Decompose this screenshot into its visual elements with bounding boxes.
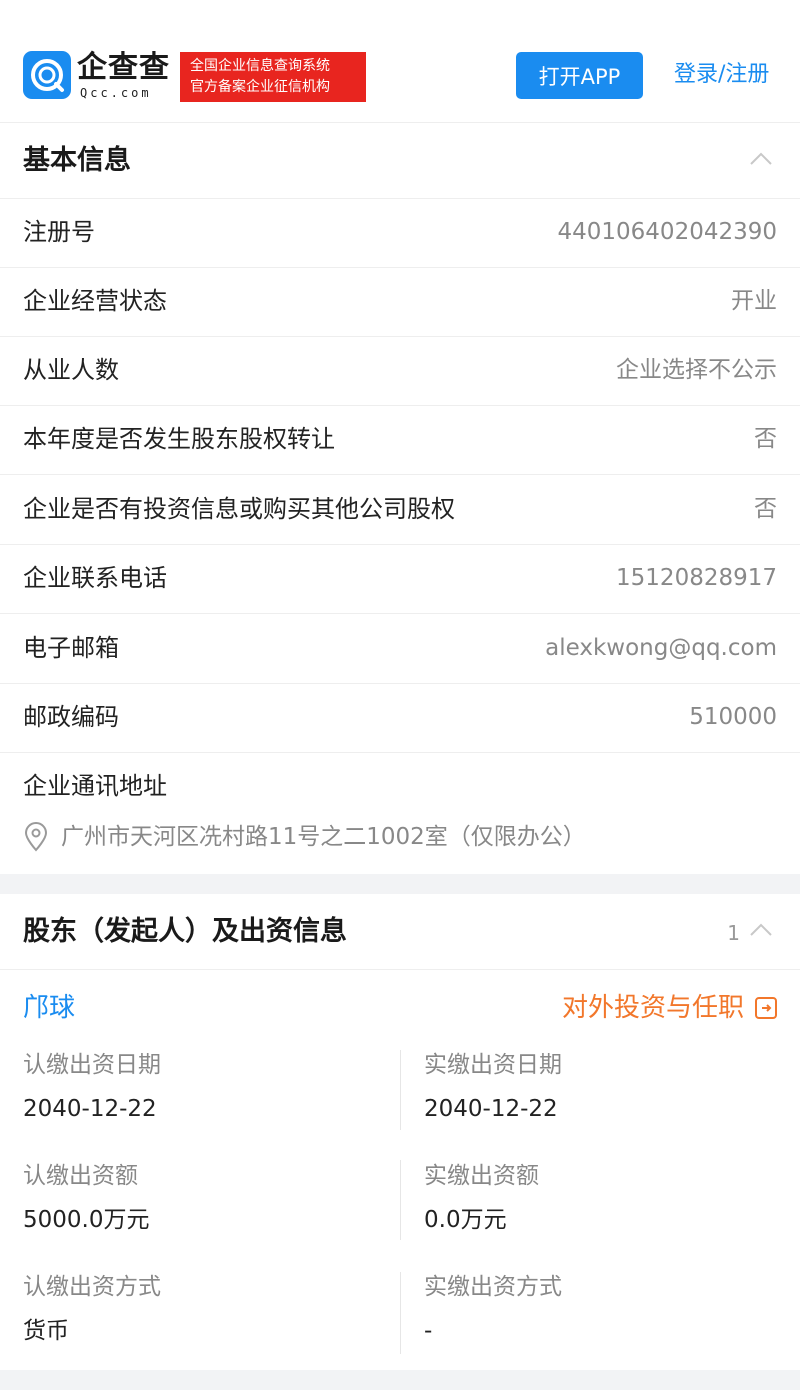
login-register-link[interactable]: 登录/注册 [674, 58, 769, 92]
info-row-postal-code: 邮政编码 510000 [0, 684, 800, 753]
top-header: 企查查 Qcc.com 全国企业信息查询系统 官方备案企业征信机构 打开APP … [0, 0, 800, 123]
shareholders-header[interactable]: 股东（发起人）及出资信息 1 [0, 894, 800, 970]
info-label: 注册号 [23, 218, 95, 246]
column-divider [400, 1160, 401, 1240]
logo-domain-text: Qcc.com [80, 86, 152, 100]
info-label: 企业联系电话 [23, 564, 167, 592]
info-row-equity-transfer: 本年度是否发生股东股权转让 否 [0, 406, 800, 475]
info-value: 440106402042390 [557, 219, 778, 245]
info-label: 邮政编码 [23, 703, 119, 731]
cell-label: 认缴出资额 [23, 1163, 138, 1189]
column-divider [400, 1272, 401, 1354]
info-row-employee-count: 从业人数 企业选择不公示 [0, 337, 800, 406]
cell-label: 实缴出资额 [424, 1163, 539, 1189]
shareholder-count: 1 [727, 921, 740, 945]
open-app-button[interactable]: 打开APP [516, 52, 643, 99]
cell-value: 货币 [23, 1318, 69, 1344]
arrow-out-icon [755, 997, 777, 1019]
paid-method-cell: 实缴出资方式 - [424, 1271, 794, 1347]
shareholder-name-link[interactable]: 邝球 [23, 991, 75, 1025]
logo-text[interactable]: 企查查 [77, 52, 170, 84]
cell-label: 认缴出资方式 [23, 1274, 161, 1300]
badge-line-2: 官方备案企业征信机构 [190, 79, 330, 95]
cell-label: 实缴出资方式 [424, 1274, 562, 1300]
external-investment-link[interactable]: 对外投资与任职 [562, 991, 778, 1025]
chevron-up-icon[interactable] [750, 922, 772, 936]
info-value: 510000 [689, 704, 777, 730]
info-label: 电子邮箱 [23, 634, 119, 662]
info-label: 从业人数 [23, 356, 119, 384]
section-divider [0, 874, 800, 894]
subscribed-date-cell: 认缴出资日期 2040-12-22 [23, 1049, 393, 1125]
info-row-investment-info: 企业是否有投资信息或购买其他公司股权 否 [0, 476, 800, 545]
info-value: 否 [754, 426, 777, 452]
info-label: 本年度是否发生股东股权转让 [23, 425, 335, 453]
official-badge: 全国企业信息查询系统 官方备案企业征信机构 [180, 52, 366, 102]
cell-label: 认缴出资日期 [23, 1052, 161, 1078]
cell-value: 2040-12-22 [424, 1096, 558, 1122]
chevron-up-icon[interactable] [750, 151, 772, 165]
info-row-phone: 企业联系电话 15120828917 [0, 545, 800, 614]
qcc-logo-icon[interactable] [23, 51, 71, 99]
address-value: 广州市天河区冼村路11号之二1002室（仅限办公） [61, 824, 586, 850]
cell-value: 2040-12-22 [23, 1096, 157, 1122]
info-value: 开业 [731, 288, 777, 314]
phone-value[interactable]: 15120828917 [616, 561, 777, 595]
info-row-email: 电子邮箱 alexkwong@qq.com [0, 615, 800, 684]
badge-line-1: 全国企业信息查询系统 [190, 58, 330, 74]
paid-date-cell: 实缴出资日期 2040-12-22 [424, 1049, 794, 1125]
paid-amount-cell: 实缴出资额 0.0万元 [424, 1160, 794, 1236]
cell-value: - [424, 1318, 433, 1344]
column-divider [400, 1050, 401, 1130]
bottom-divider [0, 1370, 800, 1390]
email-value[interactable]: alexkwong@qq.com [545, 631, 777, 665]
section-title-basic-info: 基本信息 [23, 145, 131, 176]
basic-info-header[interactable]: 基本信息 [0, 123, 800, 199]
external-investment-label: 对外投资与任职 [561, 993, 744, 1023]
subscribed-amount-cell: 认缴出资额 5000.0万元 [23, 1160, 393, 1236]
cell-label: 实缴出资日期 [424, 1052, 562, 1078]
address-line[interactable]: 广州市天河区冼村路11号之二1002室（仅限办公） [23, 820, 586, 854]
address-block: 企业通讯地址 广州市天河区冼村路11号之二1002室（仅限办公） [0, 753, 800, 874]
info-row-business-status: 企业经营状态 开业 [0, 268, 800, 337]
address-label: 企业通讯地址 [23, 772, 167, 800]
info-row-registration-number: 注册号 440106402042390 [0, 199, 800, 268]
info-value: 企业选择不公示 [616, 357, 777, 383]
info-value: 否 [754, 496, 777, 522]
subscribed-method-cell: 认缴出资方式 货币 [23, 1271, 393, 1347]
info-label: 企业经营状态 [23, 287, 167, 315]
info-label: 企业是否有投资信息或购买其他公司股权 [23, 495, 455, 523]
cell-value: 5000.0万元 [23, 1207, 150, 1233]
cell-value: 0.0万元 [424, 1207, 507, 1233]
location-pin-icon [24, 822, 48, 852]
section-title-shareholders: 股东（发起人）及出资信息 [23, 916, 347, 947]
